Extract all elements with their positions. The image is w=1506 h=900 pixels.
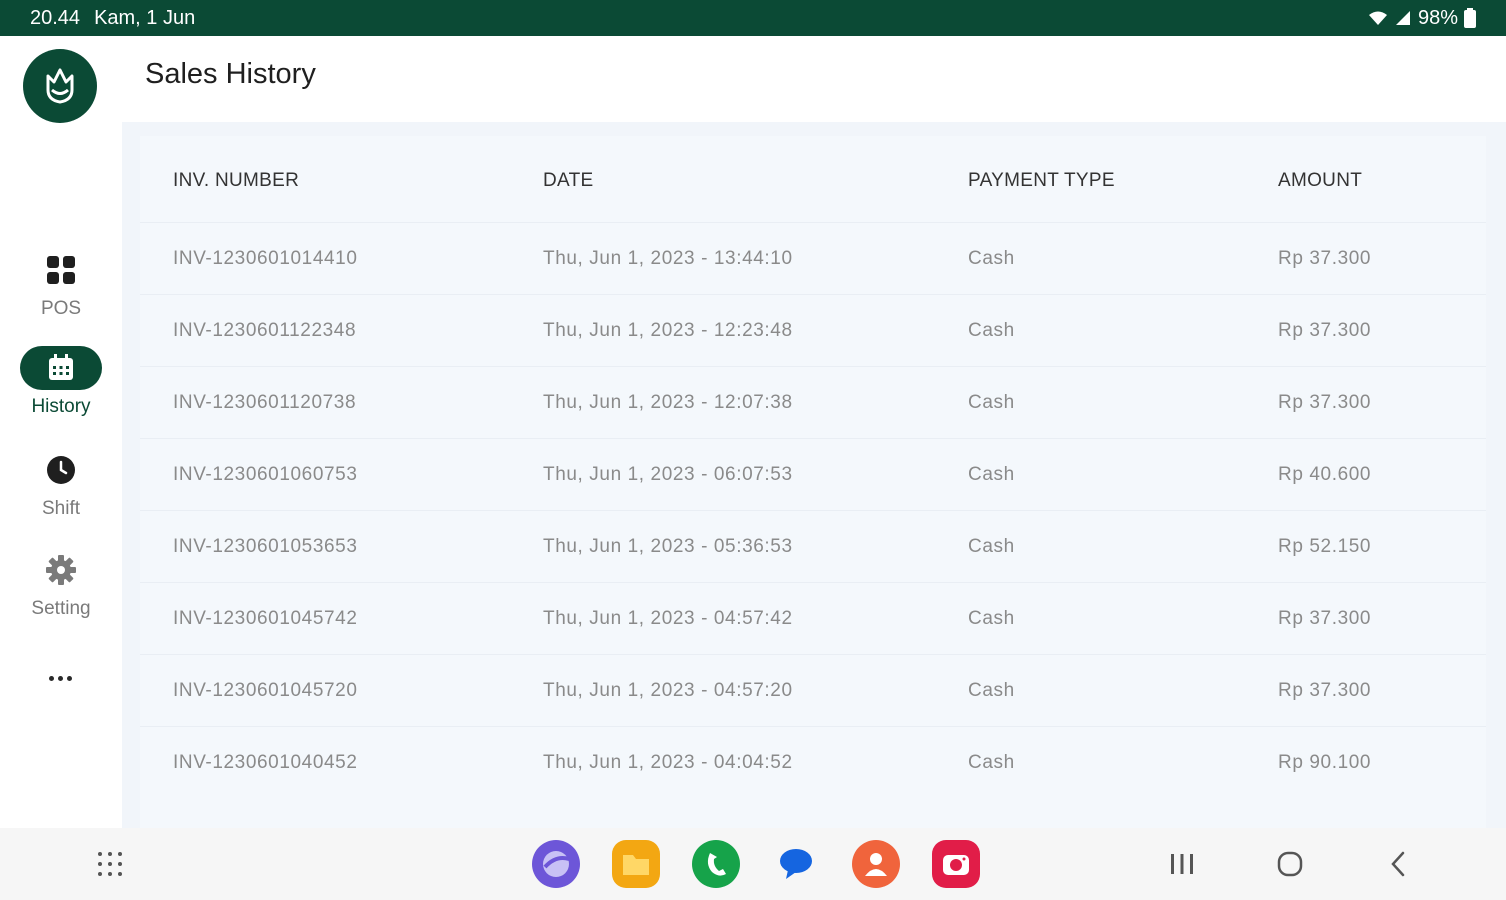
header-payment-type: PAYMENT TYPE <box>968 170 1115 191</box>
nav-label-history: History <box>31 396 91 417</box>
cell-payment-type: Cash <box>968 463 1015 485</box>
recents-icon[interactable] <box>1162 844 1202 884</box>
nav-item-shift[interactable]: Shift <box>0 448 122 520</box>
cell-payment-type: Cash <box>968 679 1015 701</box>
battery-icon <box>1464 8 1476 28</box>
cell-payment-type: Cash <box>968 391 1015 413</box>
signal-icon <box>1394 10 1412 26</box>
contacts-app-icon[interactable] <box>852 840 900 888</box>
cell-inv-number: INV-1230601120738 <box>173 391 357 413</box>
cell-amount: Rp 37.300 <box>1278 607 1372 629</box>
grid-icon <box>20 248 102 292</box>
system-navigation-bar <box>0 828 1506 900</box>
status-bar: 20.44 Kam, 1 Jun 98% <box>0 0 1506 36</box>
cell-payment-type: Cash <box>968 319 1015 341</box>
table-row[interactable]: INV-1230601045742 Thu, Jun 1, 2023 - 04:… <box>140 582 1486 654</box>
nav-item-pos[interactable]: POS <box>0 248 122 320</box>
cell-date: Thu, Jun 1, 2023 - 04:04:52 <box>543 751 793 773</box>
cell-inv-number: INV-1230601060753 <box>173 463 358 485</box>
files-app-icon[interactable] <box>612 840 660 888</box>
nav-item-setting[interactable]: Setting <box>0 548 122 620</box>
cell-date: Thu, Jun 1, 2023 - 12:07:38 <box>543 391 793 413</box>
gear-icon <box>20 548 102 592</box>
battery-level: 98% <box>1417 6 1458 29</box>
nav-label-shift: Shift <box>41 498 81 519</box>
status-date: Kam, 1 Jun <box>94 6 196 29</box>
cell-inv-number: INV-1230601122348 <box>173 319 357 341</box>
cell-date: Thu, Jun 1, 2023 - 04:57:20 <box>543 679 793 701</box>
cell-payment-type: Cash <box>968 607 1015 629</box>
clock-icon <box>20 448 102 492</box>
table-row[interactable]: INV-1230601045720 Thu, Jun 1, 2023 - 04:… <box>140 654 1486 726</box>
cell-date: Thu, Jun 1, 2023 - 06:07:53 <box>543 463 793 485</box>
table-row[interactable]: INV-1230601060753 Thu, Jun 1, 2023 - 06:… <box>140 438 1486 510</box>
lotus-logo-icon <box>23 49 97 123</box>
cell-amount: Rp 37.300 <box>1278 247 1372 269</box>
messages-app-icon[interactable] <box>772 840 820 888</box>
cell-payment-type: Cash <box>968 535 1015 557</box>
cell-date: Thu, Jun 1, 2023 - 13:44:10 <box>543 247 793 269</box>
cell-amount: Rp 37.300 <box>1278 391 1372 413</box>
nav-item-history[interactable]: History <box>0 346 122 418</box>
app-drawer-icon[interactable] <box>90 844 130 884</box>
cell-date: Thu, Jun 1, 2023 - 12:23:48 <box>543 319 793 341</box>
cell-amount: Rp 37.300 <box>1278 319 1372 341</box>
table-row[interactable]: INV-1230601040452 Thu, Jun 1, 2023 - 04:… <box>140 726 1486 798</box>
cell-amount: Rp 90.100 <box>1278 751 1372 773</box>
home-icon[interactable] <box>1270 844 1310 884</box>
nav-label-pos: POS <box>40 298 82 319</box>
sales-history-table: INV. NUMBER DATE PAYMENT TYPE AMOUNT INV… <box>140 136 1486 828</box>
table-row[interactable]: INV-1230601014410 Thu, Jun 1, 2023 - 13:… <box>140 222 1486 294</box>
navigation-rail: POS History Shift Setting <box>0 36 122 828</box>
back-icon[interactable] <box>1378 844 1418 884</box>
page-title: Sales History <box>145 58 316 90</box>
nav-label-setting: Setting <box>31 598 91 619</box>
header-inv-number: INV. NUMBER <box>173 170 300 191</box>
cell-amount: Rp 40.600 <box>1278 463 1372 485</box>
cell-date: Thu, Jun 1, 2023 - 04:57:42 <box>543 607 793 629</box>
cell-inv-number: INV-1230601045720 <box>173 679 358 701</box>
header-date: DATE <box>543 170 594 191</box>
cell-amount: Rp 37.300 <box>1278 679 1372 701</box>
cell-payment-type: Cash <box>968 247 1015 269</box>
content-area: INV. NUMBER DATE PAYMENT TYPE AMOUNT INV… <box>122 122 1506 828</box>
phone-app-icon[interactable] <box>692 840 740 888</box>
table-row[interactable]: INV-1230601122348 Thu, Jun 1, 2023 - 12:… <box>140 294 1486 366</box>
cell-inv-number: INV-1230601045742 <box>173 607 358 629</box>
table-header: INV. NUMBER DATE PAYMENT TYPE AMOUNT <box>140 136 1486 226</box>
camera-app-icon[interactable] <box>932 840 980 888</box>
table-row[interactable]: INV-1230601053653 Thu, Jun 1, 2023 - 05:… <box>140 510 1486 582</box>
cell-date: Thu, Jun 1, 2023 - 05:36:53 <box>543 535 793 557</box>
more-dots-icon[interactable] <box>40 668 80 688</box>
table-row[interactable]: INV-1230601120738 Thu, Jun 1, 2023 - 12:… <box>140 366 1486 438</box>
cell-inv-number: INV-1230601014410 <box>173 247 358 269</box>
cell-inv-number: INV-1230601040452 <box>173 751 358 773</box>
cell-inv-number: INV-1230601053653 <box>173 535 358 557</box>
internet-app-icon[interactable] <box>532 840 580 888</box>
cell-amount: Rp 52.150 <box>1278 535 1372 557</box>
calendar-icon <box>20 346 102 390</box>
cell-payment-type: Cash <box>968 751 1015 773</box>
header-amount: AMOUNT <box>1278 170 1363 191</box>
wifi-icon <box>1368 10 1388 26</box>
status-time: 20.44 <box>30 6 81 29</box>
